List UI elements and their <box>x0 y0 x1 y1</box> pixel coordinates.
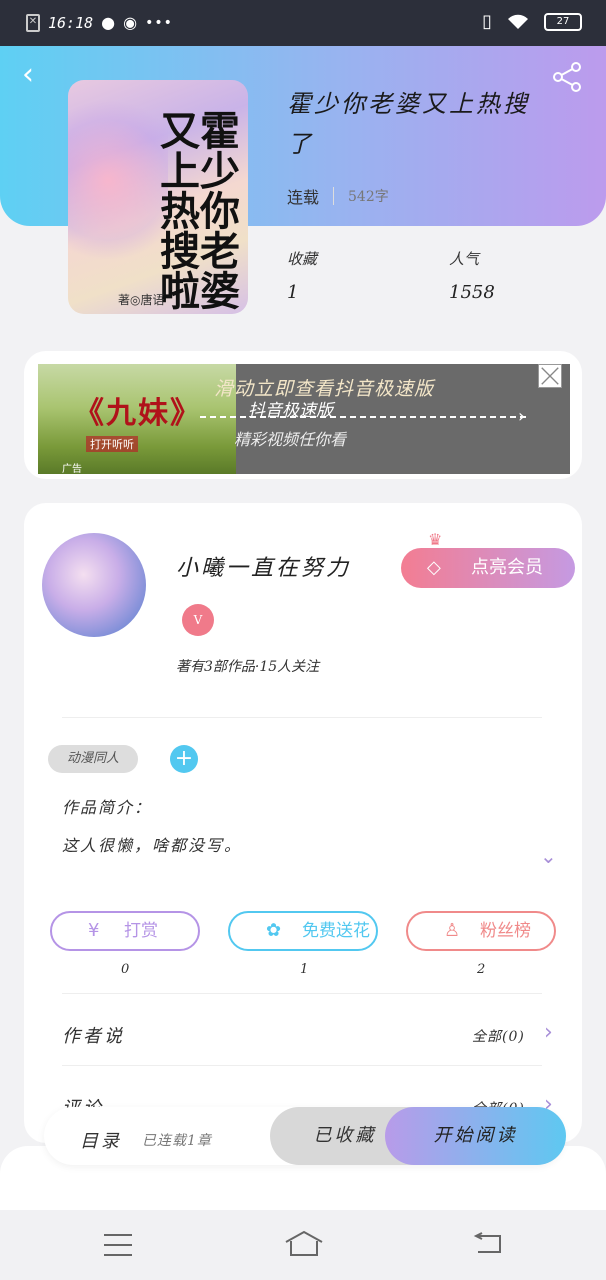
popularity-value: 1558 <box>449 282 495 303</box>
send-flower-button[interactable]: ✿ 免费送花 <box>228 911 378 951</box>
share-icon[interactable] <box>550 60 584 94</box>
avatar[interactable] <box>42 533 146 637</box>
vip-button[interactable]: ◇ 点亮会员 <box>401 548 575 588</box>
chevron-right-icon[interactable]: › <box>544 1020 553 1045</box>
send-flower-label: 免费送花 <box>302 921 370 941</box>
fan-rank-button[interactable]: ♙ 粉丝榜 <box>406 911 556 951</box>
author-notes-label[interactable]: 作者说 <box>62 1022 125 1048</box>
fan-user-icon: ♙ <box>444 920 461 941</box>
cover-author: 著◎唐语 <box>118 293 165 307</box>
flower-icon: ✿ <box>266 920 282 941</box>
wifi-icon <box>508 14 528 29</box>
home-icon[interactable] <box>283 1230 325 1258</box>
vip-badge: V <box>182 604 214 636</box>
divider <box>62 717 542 718</box>
tip-button[interactable]: ¥ 打赏 <box>50 911 200 951</box>
menu-icon[interactable] <box>104 1234 132 1256</box>
popularity-label: 人气 <box>449 250 480 268</box>
status-left: ✕ 16:18 ● ◉ ••• <box>26 13 173 32</box>
yen-coin-icon: ¥ <box>88 920 100 941</box>
start-reading-button[interactable]: 开始阅读 <box>385 1107 566 1165</box>
chevron-left-icon[interactable]: ‹ <box>22 60 52 90</box>
tag-chip[interactable]: 动漫同人 <box>48 745 138 773</box>
meta-divider <box>333 187 335 205</box>
ad-image: 《九妹》 打开听听 广告 <box>38 364 236 474</box>
wechat-icon: ◉ <box>123 13 138 32</box>
chevron-down-icon[interactable]: ⌄ <box>540 844 564 868</box>
ad-swipe-arrow <box>200 416 526 418</box>
book-title: 霍少你老婆又上热搜了 <box>287 90 530 158</box>
vip-button-label: 点亮会员 <box>471 557 543 578</box>
intro-text: 这人很懒，啥都没写。 <box>62 836 243 855</box>
plus-icon[interactable]: + <box>170 745 198 773</box>
status-bar: ✕ 16:18 ● ◉ ••• ▯ 27 <box>0 0 606 46</box>
intro-label: 作品简介： <box>62 798 153 817</box>
battery-icon: 27 <box>544 12 582 31</box>
ad-banner[interactable]: 《九妹》 打开听听 广告 滑动立即查看抖音极速版 抖音极速版 › 精彩视频任你看 <box>38 364 570 474</box>
tip-count: 0 <box>121 962 130 977</box>
favorites-label: 收藏 <box>287 250 318 268</box>
back-icon[interactable] <box>472 1232 504 1256</box>
fan-rank-label: 粉丝榜 <box>480 921 531 941</box>
close-icon[interactable] <box>538 364 562 388</box>
more-dots-icon: ••• <box>145 14 173 31</box>
author-stats: 著有3部作品·15人关注 <box>176 659 320 675</box>
toc-status: 已连载1章 <box>142 1133 212 1149</box>
favorites-value: 1 <box>287 282 299 303</box>
arrow-right-icon: › <box>518 406 526 427</box>
author-notes-all[interactable]: 全部(0) <box>472 1026 525 1046</box>
author-name[interactable]: 小曦一直在努力 <box>176 550 351 582</box>
book-status: 连载 <box>287 188 320 207</box>
status-time: 16:18 <box>48 13 94 32</box>
divider <box>62 1065 542 1066</box>
divider <box>62 993 542 994</box>
book-cover[interactable]: 霍少你老婆又上热搜啦 著◎唐语 <box>68 80 248 314</box>
ad-banner-sub: 打开听听 <box>86 436 138 452</box>
word-count: 542字 <box>348 189 389 205</box>
fan-count: 2 <box>477 962 486 977</box>
ad-banner-title: 《九妹》 <box>74 396 202 431</box>
battery-level: 27 <box>556 15 570 27</box>
qq-icon: ● <box>101 13 116 32</box>
vibrate-icon: ▯ <box>482 11 492 32</box>
status-right: ▯ 27 <box>482 11 582 32</box>
cover-title: 霍少你老婆又上热搜啦 <box>153 110 240 310</box>
tip-button-label: 打赏 <box>124 921 158 941</box>
diamond-icon: ◇ <box>427 557 441 578</box>
book-meta: 连载 542字 <box>287 184 389 208</box>
flower-count: 1 <box>300 962 309 977</box>
ad-line3: 精彩视频任你看 <box>234 430 347 449</box>
crown-icon: ♛ <box>428 530 443 549</box>
ad-tag: 广告 <box>62 464 82 474</box>
sim-error-icon: ✕ <box>26 13 40 32</box>
toc-button[interactable]: 目录 <box>80 1127 122 1153</box>
